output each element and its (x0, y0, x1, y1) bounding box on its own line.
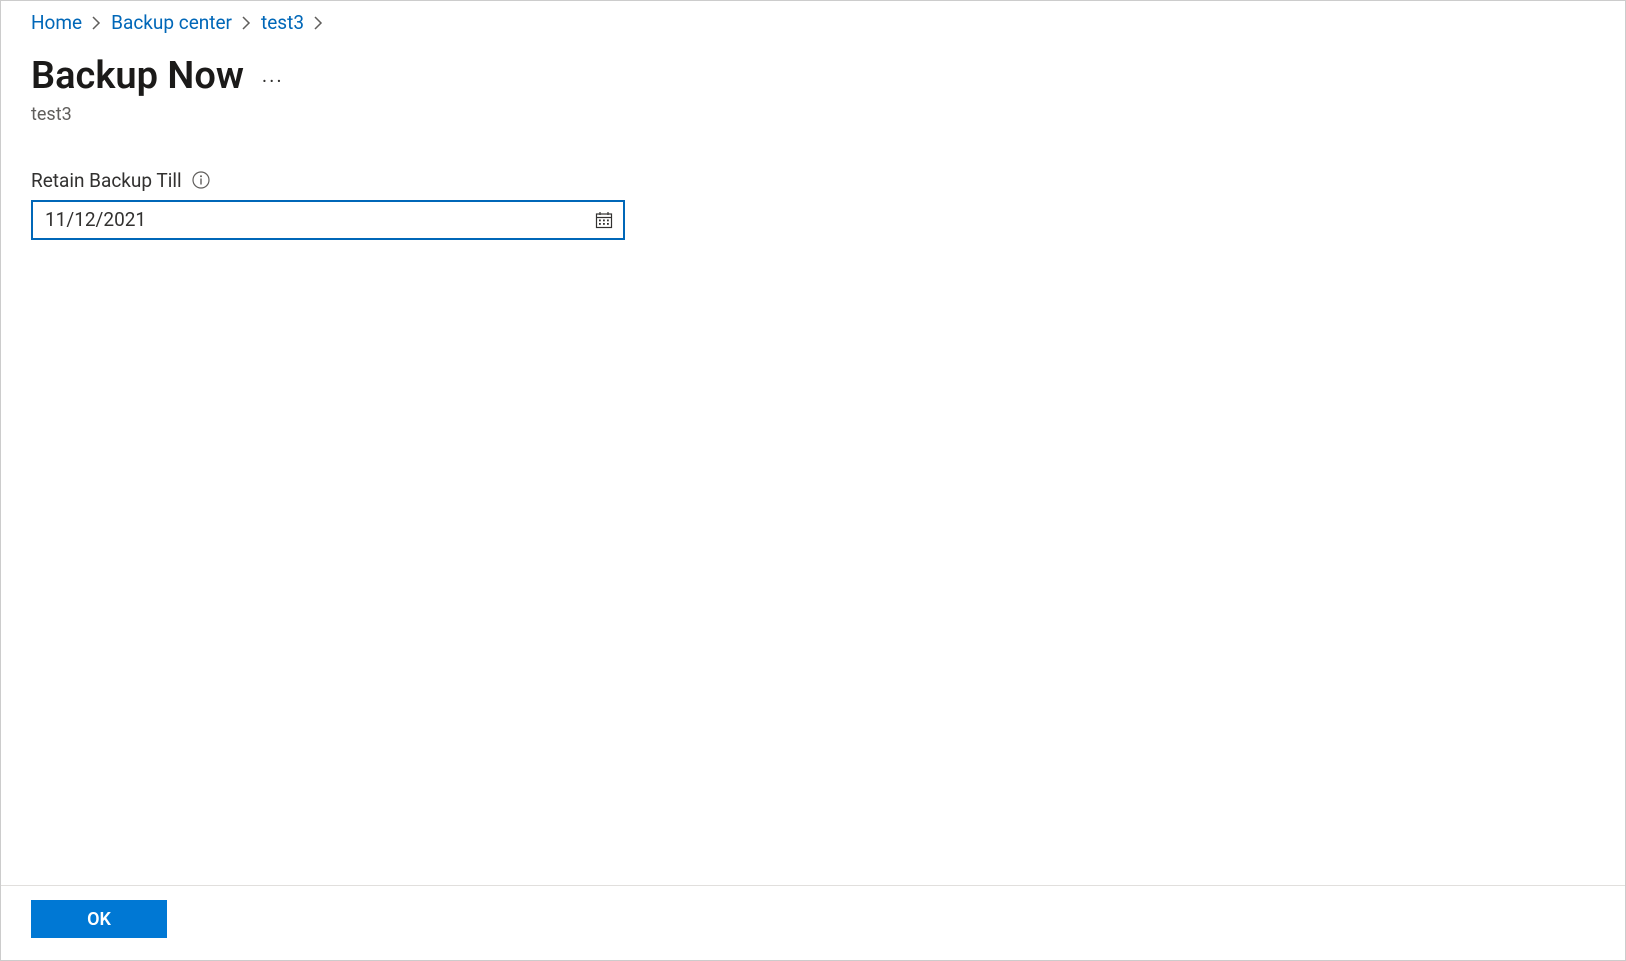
chevron-right-icon (314, 16, 323, 30)
breadcrumb-home[interactable]: Home (31, 11, 82, 34)
retain-backup-till-label: Retain Backup Till (31, 169, 182, 192)
breadcrumb: Home Backup center test3 (31, 11, 1595, 34)
more-actions-icon[interactable]: ··· (262, 71, 284, 91)
ok-button[interactable]: OK (31, 900, 167, 938)
retain-backup-till-field (31, 200, 625, 240)
chevron-right-icon (92, 16, 101, 30)
page-title: Backup Now (31, 56, 244, 98)
footer: OK (1, 885, 1625, 960)
chevron-right-icon (242, 16, 251, 30)
page-subtitle: test3 (31, 104, 1595, 125)
retain-backup-till-input[interactable] (31, 200, 625, 240)
breadcrumb-backup-center[interactable]: Backup center (111, 11, 232, 34)
info-icon[interactable] (192, 171, 210, 189)
calendar-icon[interactable] (593, 209, 615, 231)
breadcrumb-test3[interactable]: test3 (261, 11, 304, 34)
